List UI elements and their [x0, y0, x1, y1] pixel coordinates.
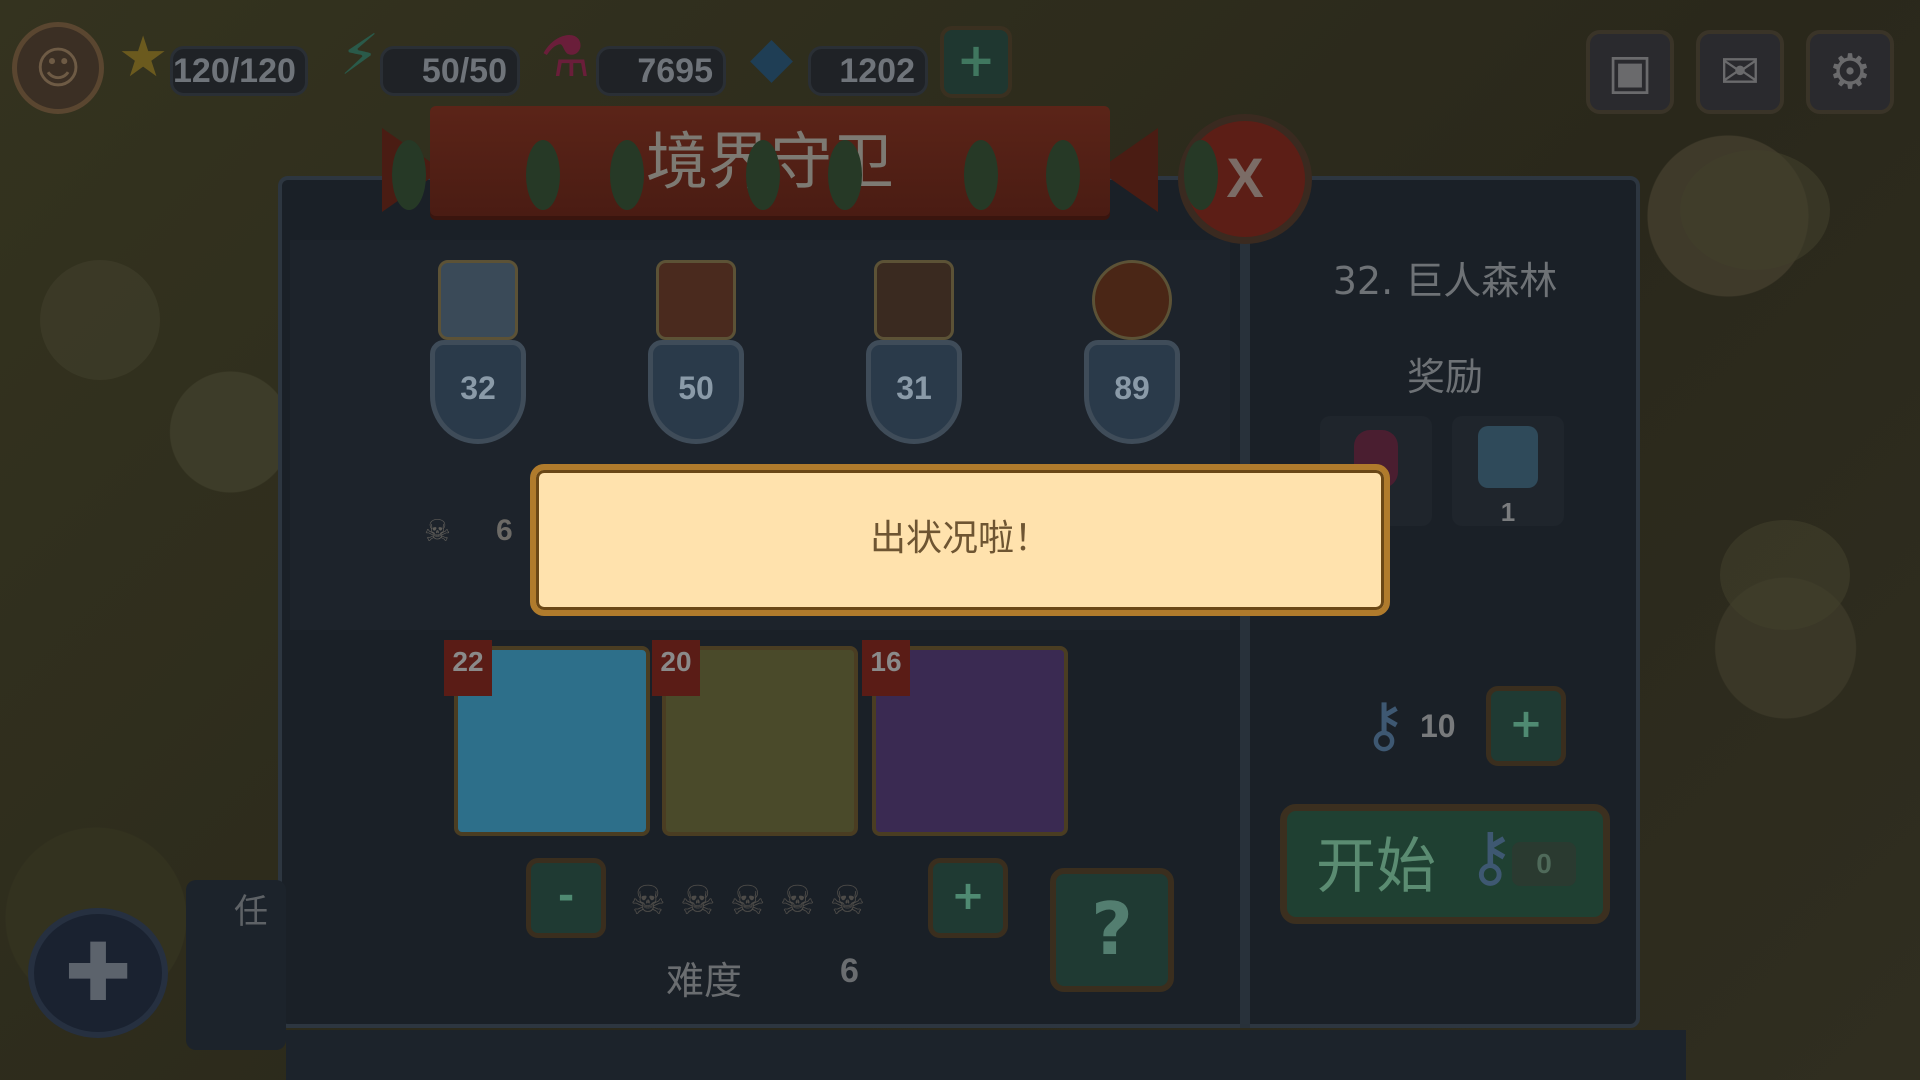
toast-message: 出状况啦！	[869, 518, 1050, 559]
